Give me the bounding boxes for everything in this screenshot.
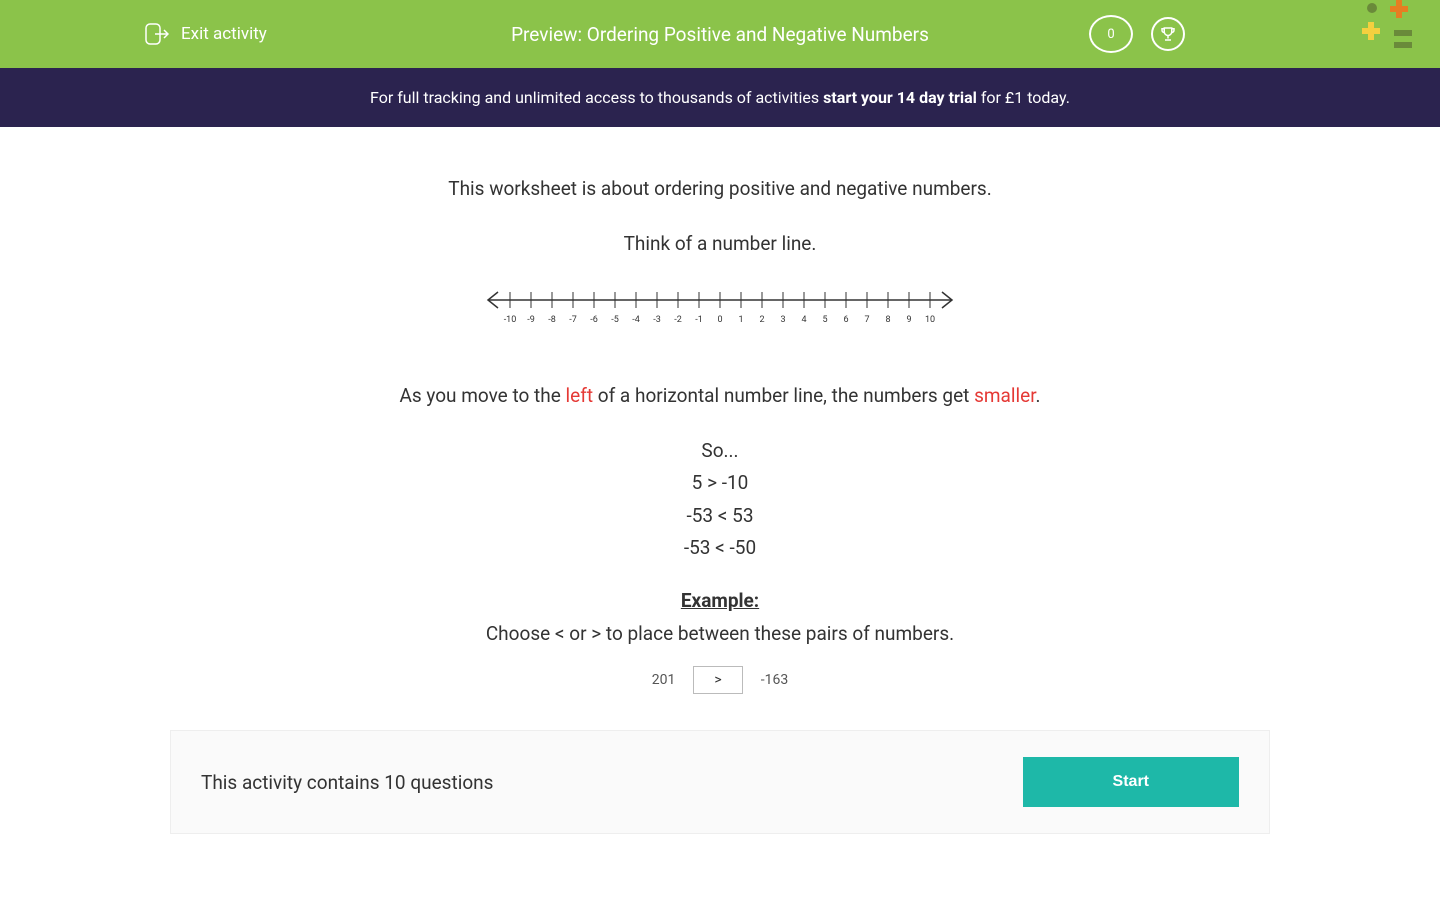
svg-text:9: 9 [906,315,911,325]
exit-icon [145,23,169,45]
banner-suffix: for £1 today. [977,88,1070,107]
svg-text:7: 7 [864,315,869,325]
svg-text:0: 0 [717,315,722,325]
trophy-badge[interactable] [1151,17,1185,51]
svg-text:8: 8 [885,315,890,325]
svg-text:-3: -3 [653,315,661,325]
exit-label: Exit activity [181,24,267,44]
rule-left: left [566,384,594,407]
top-header: Exit activity Preview: Ordering Positive… [0,0,1440,68]
header-right: 0 [1089,15,1185,53]
page-title: Preview: Ordering Positive and Negative … [511,23,929,46]
score-badge[interactable]: 0 [1089,15,1133,53]
svg-text:-10: -10 [504,315,517,325]
example-instruction: Choose < or > to place between these pai… [170,620,1270,649]
banner-prefix: For full tracking and unlimited access t… [370,88,823,107]
rule-mid: of a horizontal number line, the numbers… [593,384,974,407]
svg-text:-5: -5 [611,315,619,325]
svg-text:-8: -8 [548,315,556,325]
brand-logo-icon [1360,0,1420,60]
trophy-icon [1159,25,1177,43]
pair-right: -163 [761,672,788,688]
banner-bold: start your 14 day trial [823,88,977,107]
pair-operator-box: > [693,666,742,694]
svg-text:-9: -9 [527,315,535,325]
so-text: So... [170,437,1270,466]
example-3: -53 < -50 [170,534,1270,563]
svg-text:2: 2 [759,315,764,325]
svg-text:6: 6 [843,315,848,325]
svg-text:-1: -1 [695,315,703,325]
example-1: 5 > -10 [170,469,1270,498]
number-line: -10-9-8-7-6-5-4-3-2-1012345678910 [480,282,960,332]
svg-text:-4: -4 [632,315,640,325]
rule-prefix: As you move to the [399,384,565,407]
rule-suffix: . [1036,384,1041,407]
svg-text:5: 5 [822,315,827,325]
svg-text:10: 10 [925,315,935,325]
svg-text:3: 3 [780,315,785,325]
comparison-pair: 201 > -163 [170,666,1270,694]
worksheet-content: This worksheet is about ordering positiv… [170,175,1270,694]
svg-text:-7: -7 [569,315,577,325]
start-button[interactable]: Start [1023,757,1239,807]
rule-smaller: smaller [974,384,1035,407]
activity-footer: This activity contains 10 questions Star… [170,730,1270,834]
think-text: Think of a number line. [170,230,1270,259]
intro-text: This worksheet is about ordering positiv… [170,175,1270,204]
exit-activity-button[interactable]: Exit activity [145,23,267,45]
question-count-text: This activity contains 10 questions [201,771,493,794]
svg-text:4: 4 [801,315,806,325]
svg-text:1: 1 [738,315,743,325]
pair-left: 201 [652,672,676,688]
svg-text:-2: -2 [674,315,682,325]
rule-text: As you move to the left of a horizontal … [170,382,1270,411]
trial-banner[interactable]: For full tracking and unlimited access t… [0,68,1440,127]
svg-text:-6: -6 [590,315,598,325]
example-heading: Example: [170,589,1270,612]
example-2: -53 < 53 [170,502,1270,531]
